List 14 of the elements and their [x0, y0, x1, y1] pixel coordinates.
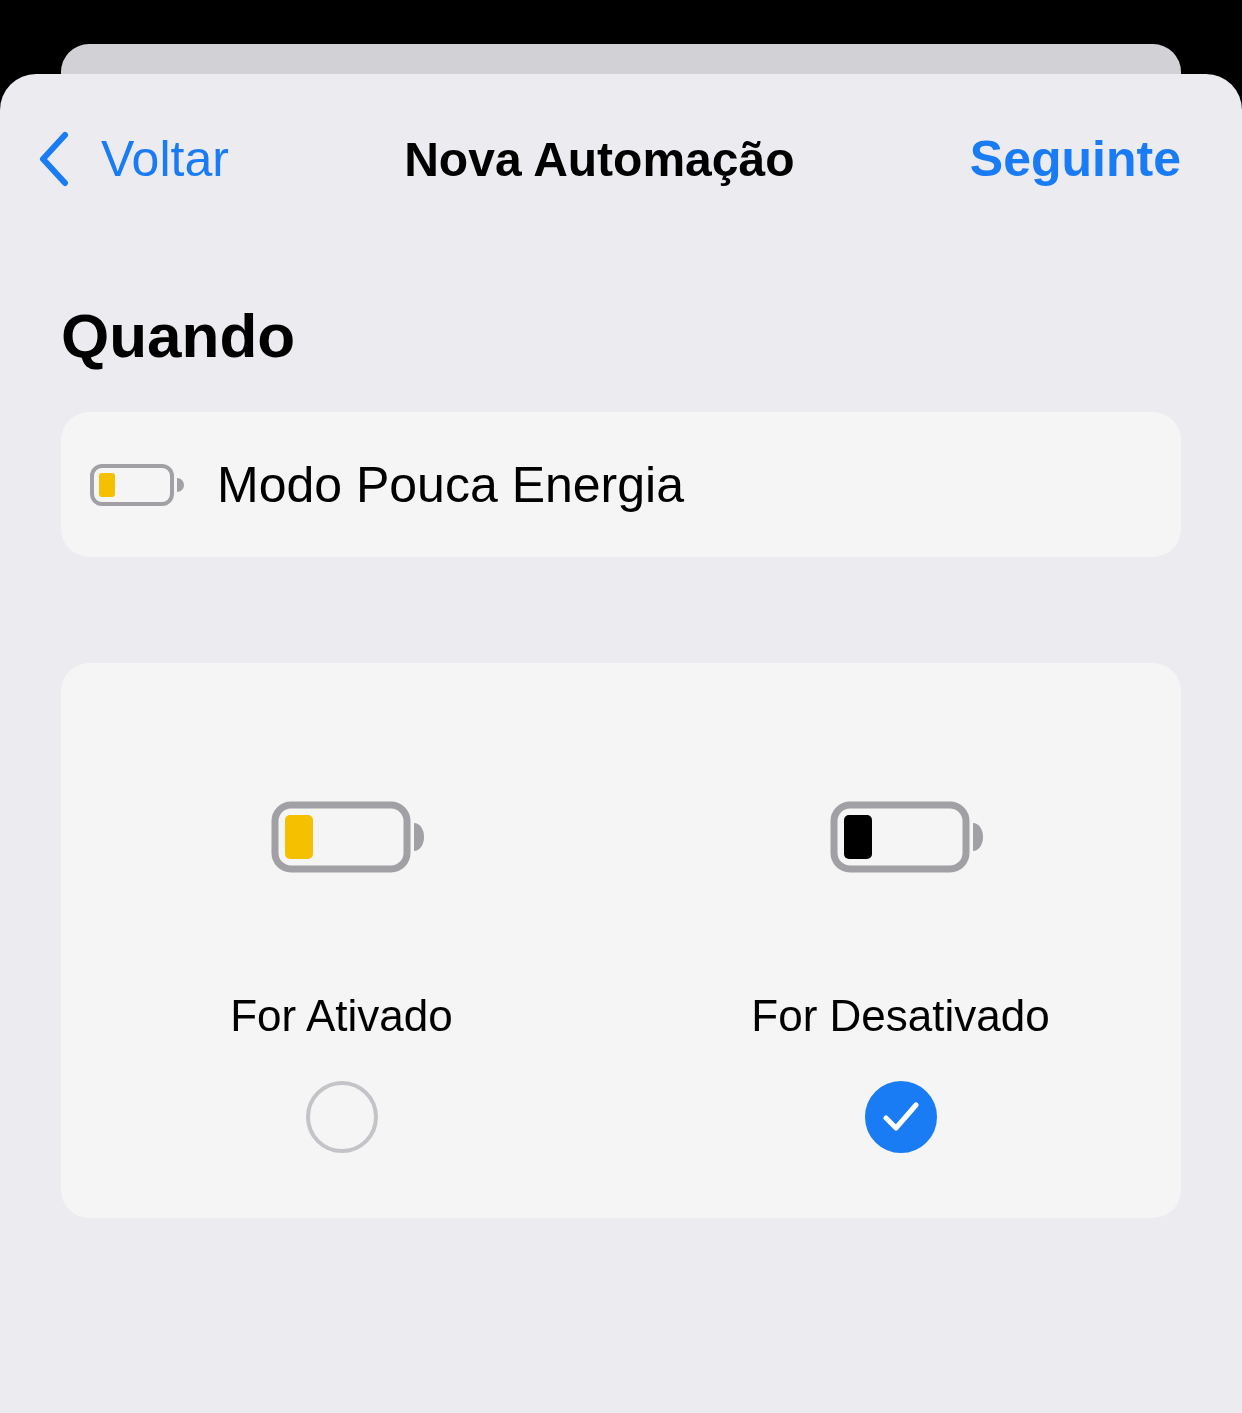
trigger-label: Modo Pouca Energia	[217, 455, 684, 514]
chevron-left-icon	[37, 131, 71, 187]
battery-icon	[89, 462, 185, 507]
trigger-row[interactable]: Modo Pouca Energia	[61, 412, 1181, 557]
next-button[interactable]: Seguinte	[969, 130, 1181, 188]
radio-button[interactable]	[305, 1081, 378, 1153]
option-label: For Ativado	[230, 991, 453, 1041]
screen-title: Nova Automação	[404, 131, 795, 187]
checkmark-icon	[882, 1102, 919, 1132]
back-button[interactable]: Voltar	[37, 130, 229, 188]
battery-icon	[829, 801, 986, 873]
battery-icon	[270, 801, 427, 873]
section-title: Quando	[61, 300, 297, 372]
option-label: For Desativado	[751, 991, 1050, 1041]
